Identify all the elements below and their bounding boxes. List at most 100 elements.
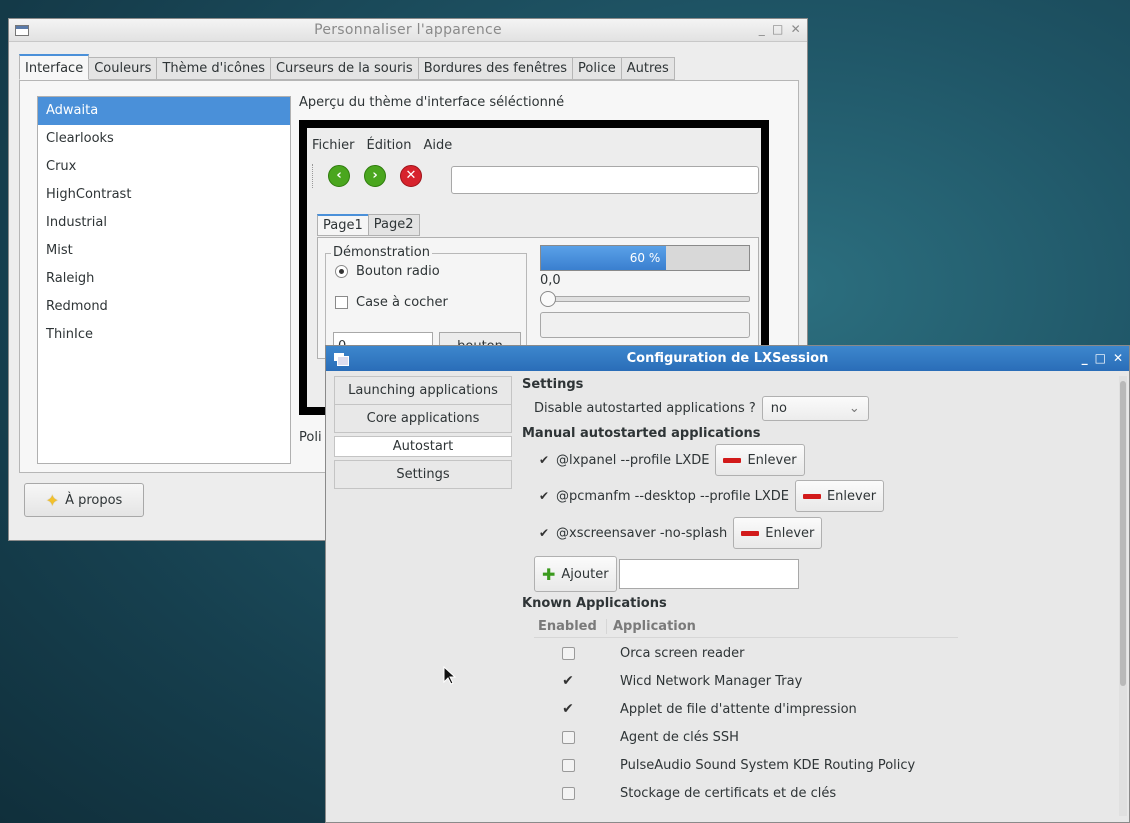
minimize-icon[interactable]: _ [1082,351,1088,365]
appearance-titlebar[interactable]: Personnaliser l'apparence _ □ ✕ [9,19,807,42]
theme-item[interactable]: Mist [38,237,290,265]
checkbox[interactable] [561,730,575,744]
checkbox[interactable]: Case à cocher [335,295,448,310]
tab-police[interactable]: Police [572,57,622,80]
back-icon[interactable]: ‹ [328,165,350,187]
window-icon [334,353,349,366]
lxsession-title: Configuration de LXSession [626,351,829,366]
preview-page: Démonstration Bouton radio Case à cocher… [317,237,759,359]
sidebar-item-core[interactable]: Core applications [334,404,512,433]
tab-page1[interactable]: Page1 [317,214,369,236]
application-name: Applet de file d'attente d'impression [620,701,857,717]
menu-edition[interactable]: Édition [367,138,412,153]
check-icon[interactable]: ✔ [538,490,550,502]
chevron-down-icon: ⌄ [848,401,860,416]
demo-legend: Démonstration [331,245,432,260]
police-label: Poli [299,430,322,445]
table-row[interactable]: Agent de clés SSH [534,723,739,751]
sidebar-item-settings[interactable]: Settings [334,460,512,489]
scrollbar-thumb[interactable] [1120,381,1126,686]
slider[interactable] [540,291,750,307]
manual-item: @lxpanel --profile LXDE [556,452,710,468]
theme-item[interactable]: Industrial [38,209,290,237]
lxsession-sidebar: Launching applications Core applications… [334,376,512,489]
menu-fichier[interactable]: Fichier [312,138,355,153]
table-row[interactable]: ✔ Applet de file d'attente d'impression [534,695,857,723]
close-icon[interactable]: ✕ [791,22,801,36]
preview-combo[interactable] [540,312,750,338]
check-icon[interactable]: ✔ [538,454,550,466]
progress-bar: 60 % [540,245,750,271]
tab-interface[interactable]: Interface [19,54,90,80]
progress-text: 60 % [629,251,661,265]
remove-button[interactable]: Enlever [715,444,805,476]
checkbox[interactable] [561,758,575,772]
checkbox-icon[interactable] [335,296,348,309]
preview-entry[interactable] [451,166,759,194]
theme-item[interactable]: Adwaita [38,97,290,125]
add-entry[interactable] [618,559,799,589]
application-name: PulseAudio Sound System KDE Routing Poli… [620,757,916,773]
preview-menubar: Fichier Édition Aide [312,138,452,153]
scrollbar[interactable] [1119,376,1127,816]
about-label: À propos [65,492,123,508]
sidebar-item-autostart[interactable]: Autostart [334,436,512,457]
appearance-title: Personnaliser l'apparence [314,22,502,38]
radio-label: Bouton radio [356,264,440,279]
table-row[interactable]: PulseAudio Sound System KDE Routing Poli… [534,751,915,779]
disable-combo[interactable]: no ⌄ [761,396,869,421]
menu-aide[interactable]: Aide [423,138,452,153]
tab-window-borders[interactable]: Bordures des fenêtres [417,57,574,80]
lxsession-titlebar[interactable]: Configuration de LXSession _ □ ✕ [326,346,1129,371]
preview-toolbar: ‹ › ✕ [312,164,422,188]
theme-item[interactable]: ThinIce [38,321,290,349]
minus-icon [741,530,760,536]
radio-icon[interactable] [335,265,348,278]
table-row[interactable]: ✔ Wicd Network Manager Tray [534,667,802,695]
application-name: Orca screen reader [620,645,745,661]
manual-header: Manual autostarted applications [522,426,761,441]
theme-item[interactable]: Clearlooks [38,125,290,153]
theme-item[interactable]: Raleigh [38,265,290,293]
radio-button[interactable]: Bouton radio [335,264,440,279]
application-name: Stockage de certificats et de clés [620,785,837,801]
minus-icon [802,493,821,499]
tab-page2[interactable]: Page2 [367,214,420,236]
about-button[interactable]: ✦ À propos [24,483,144,517]
table-row[interactable]: Stockage de certificats et de clés [534,779,836,807]
table-row[interactable]: Orca screen reader [534,639,745,667]
checkbox[interactable] [561,786,575,800]
window-icon [15,25,29,36]
disable-value: no [770,401,787,416]
remove-button[interactable]: Enlever [733,517,823,549]
col-application[interactable]: Application [607,619,696,634]
tab-couleurs[interactable]: Couleurs [88,57,158,80]
theme-item[interactable]: Crux [38,153,290,181]
known-header: Known Applications [522,596,667,611]
tab-icon-theme[interactable]: Thème d'icônes [156,57,271,80]
minimize-icon[interactable]: _ [759,22,765,36]
check-icon[interactable]: ✔ [562,701,574,717]
theme-list[interactable]: Adwaita Clearlooks Crux HighContrast Ind… [37,96,291,464]
preview-tabs: Page1 Page2 [317,214,420,236]
forward-icon[interactable]: › [364,165,386,187]
theme-item[interactable]: Redmond [38,293,290,321]
lxsession-window: Configuration de LXSession _ □ ✕ Launchi… [325,345,1130,823]
remove-button[interactable]: Enlever [794,480,885,512]
col-enabled[interactable]: Enabled [534,618,607,634]
check-icon[interactable]: ✔ [538,527,550,539]
theme-item[interactable]: HighContrast [38,181,290,209]
maximize-icon[interactable]: □ [1095,351,1106,365]
stop-icon[interactable]: ✕ [400,165,422,187]
checkbox[interactable] [561,646,575,660]
maximize-icon[interactable]: □ [772,22,784,36]
close-icon[interactable]: ✕ [1113,351,1123,365]
tab-autres[interactable]: Autres [620,57,675,80]
sidebar-item-launching[interactable]: Launching applications [334,376,512,405]
slider-knob[interactable] [540,291,556,307]
star-icon: ✦ [45,490,60,510]
tab-cursors[interactable]: Curseurs de la souris [269,57,419,80]
add-button[interactable]: ✚ Ajouter [534,556,617,592]
autostart-content: Settings Disable autostarted application… [518,376,1116,821]
check-icon[interactable]: ✔ [562,673,574,689]
